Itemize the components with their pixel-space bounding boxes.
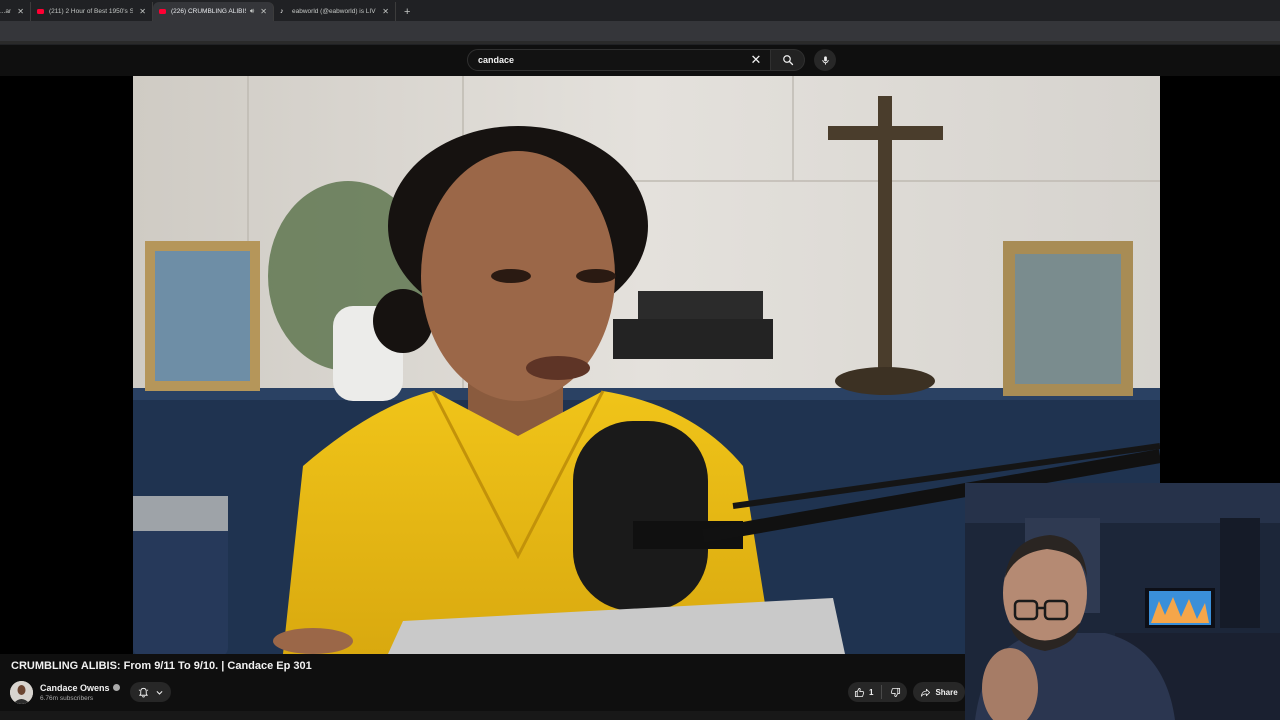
video-title: CRUMBLING ALIBIS: From 9/11 To 9/10. | C… [11, 660, 312, 672]
browser-toolbar [0, 21, 1280, 45]
browser-tab-active[interactable]: (226) CRUMBLING ALIBIS: F 🔊︎ ✕ [153, 2, 274, 21]
verified-check-icon [112, 684, 120, 691]
youtube-masthead: ✕ [0, 45, 1280, 76]
speaker-icon[interactable]: 🔊︎ [250, 8, 254, 16]
share-button[interactable]: Share [913, 682, 965, 702]
channel-info: Candace Owens 6.76m subscribers [10, 680, 120, 704]
like-count: 1 [869, 687, 874, 697]
search-icon [782, 55, 793, 66]
search-input[interactable] [478, 55, 770, 65]
search-box[interactable]: ✕ [467, 49, 771, 71]
tab-close-icon[interactable]: ✕ [382, 7, 389, 16]
below-video-strip [0, 711, 965, 720]
tab-title: (226) CRUMBLING ALIBIS: F [171, 8, 246, 15]
thumbs-down-icon [891, 687, 901, 697]
like-button[interactable]: 1 [854, 685, 883, 699]
tab-close-icon[interactable]: ✕ [260, 7, 267, 16]
like-dislike-group: 1 [848, 682, 908, 702]
tab-title: (211) 2 Hour of Best 1950's Sc [49, 8, 134, 15]
video-actions: 1 Share [848, 682, 965, 702]
subscriber-count: 6.76m subscribers [40, 694, 94, 702]
new-tab-button[interactable]: + [404, 2, 410, 21]
browser-tab-2[interactable]: (211) 2 Hour of Best 1950's Sc ✕ [31, 2, 153, 21]
share-arrow-icon [921, 688, 931, 697]
channel-name[interactable]: Candace Owens [40, 683, 110, 693]
thumbs-up-icon [854, 687, 865, 697]
browser-tab-4[interactable]: ♪ eabworld (@eabworld) is LIVE ✕ [274, 2, 396, 21]
channel-name-row: Candace Owens [40, 683, 120, 693]
toolbar-divider [0, 41, 1280, 44]
tiktok-favicon-icon: ♪ [280, 8, 284, 15]
voice-search-button[interactable] [814, 49, 836, 71]
clear-search-icon[interactable]: ✕ [748, 52, 764, 68]
browser-tab-strip: ...anni... ✕ (211) 2 Hour of Best 1950's… [0, 0, 1280, 21]
dislike-button[interactable] [882, 685, 901, 699]
webcam-image [965, 483, 1280, 720]
subscribed-notifications-button[interactable] [130, 682, 171, 702]
microphone-icon [821, 55, 829, 65]
chevron-down-icon [156, 690, 162, 695]
webcam-overlay [965, 483, 1280, 720]
tab-title: eabworld (@eabworld) is LIVE [292, 8, 377, 15]
tab-title: ...anni... [0, 8, 12, 15]
channel-avatar[interactable] [10, 680, 33, 704]
avatar-image [10, 680, 33, 704]
tab-close-icon[interactable]: ✕ [139, 7, 146, 16]
bell-icon [138, 687, 148, 698]
channel-text: Candace Owens 6.76m subscribers [40, 683, 120, 702]
share-label: Share [935, 687, 958, 697]
browser-tab-1[interactable]: ...anni... ✕ [0, 2, 31, 21]
tab-close-icon[interactable]: ✕ [17, 7, 24, 16]
youtube-favicon-icon [37, 9, 44, 14]
search-button[interactable] [771, 49, 805, 71]
youtube-favicon-icon [159, 9, 166, 14]
